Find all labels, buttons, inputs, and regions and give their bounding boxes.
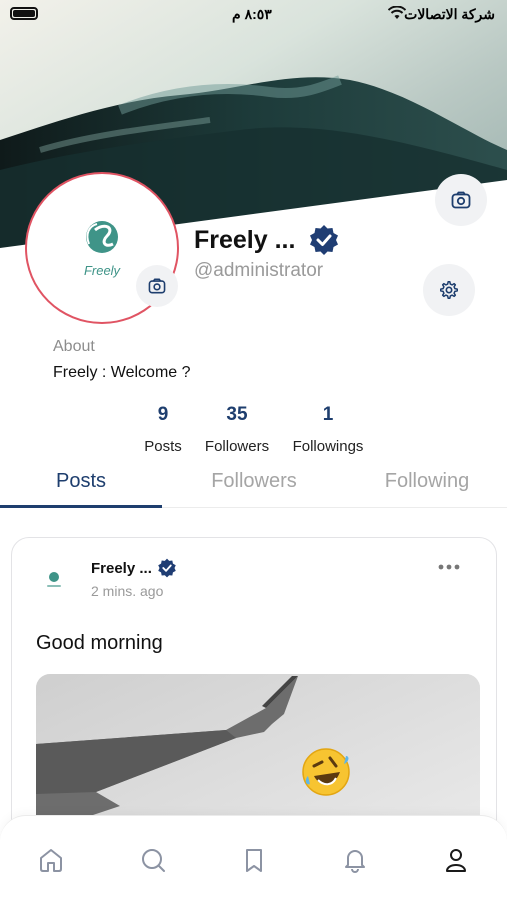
- edit-avatar-button[interactable]: [136, 265, 178, 307]
- freely-logo-icon: [47, 572, 61, 587]
- stat-posts[interactable]: 9 Posts: [133, 404, 193, 455]
- post-time: 2 mins. ago: [91, 583, 164, 599]
- camera-icon: [451, 191, 471, 209]
- verified-badge-icon: [158, 558, 176, 578]
- about-label: About: [53, 338, 95, 355]
- nav-bookmark-button[interactable]: [238, 844, 270, 876]
- camera-icon: [148, 278, 166, 294]
- post-text: Good morning: [36, 632, 163, 654]
- stat-posts-value: 9: [157, 404, 169, 425]
- nav-search-button[interactable]: [137, 844, 169, 876]
- nav-notifications-button[interactable]: [339, 844, 371, 876]
- more-horizontal-icon[interactable]: [438, 564, 460, 570]
- nav-home-button[interactable]: [35, 844, 67, 876]
- gear-icon: [440, 280, 458, 299]
- tab-followers[interactable]: Followers: [184, 470, 324, 493]
- bookmark-icon: [246, 849, 262, 872]
- status-carrier: شركة الاتصالات: [404, 6, 495, 22]
- post-author-name[interactable]: Freely ...: [91, 560, 152, 577]
- home-icon: [40, 849, 62, 872]
- bottom-nav: [0, 815, 507, 901]
- stat-followers-label: Followers: [204, 438, 270, 455]
- stat-followings[interactable]: 1 Followings: [288, 404, 368, 455]
- profile-icon: [446, 849, 466, 872]
- tab-following[interactable]: Following: [357, 470, 497, 493]
- stat-followings-value: 1: [322, 404, 334, 425]
- nav-profile-button[interactable]: [440, 844, 472, 876]
- stat-followings-label: Followings: [292, 438, 364, 455]
- status-time: ٨:٥٣ م: [232, 6, 272, 22]
- bell-icon: [345, 850, 365, 873]
- search-icon: [142, 849, 165, 872]
- profile-handle: @administrator: [194, 260, 324, 281]
- profile-name: Freely ...: [194, 226, 296, 254]
- stat-followers-value: 35: [226, 404, 248, 425]
- edit-cover-button[interactable]: [435, 174, 487, 226]
- about-text: Freely : Welcome ?: [53, 364, 191, 381]
- tab-posts[interactable]: Posts: [11, 470, 151, 493]
- active-tab-indicator: [0, 505, 162, 508]
- stat-posts-label: Posts: [144, 438, 182, 455]
- status-bar: ٨:٥٣ م شركة الاتصالات: [0, 0, 507, 30]
- rofl-emoji-icon: [302, 748, 350, 796]
- battery-icon: [10, 7, 38, 20]
- verified-badge-icon: [310, 225, 338, 255]
- stat-followers[interactable]: 35 Followers: [200, 404, 274, 455]
- settings-button[interactable]: [423, 264, 475, 316]
- post-author-avatar[interactable]: [34, 560, 74, 600]
